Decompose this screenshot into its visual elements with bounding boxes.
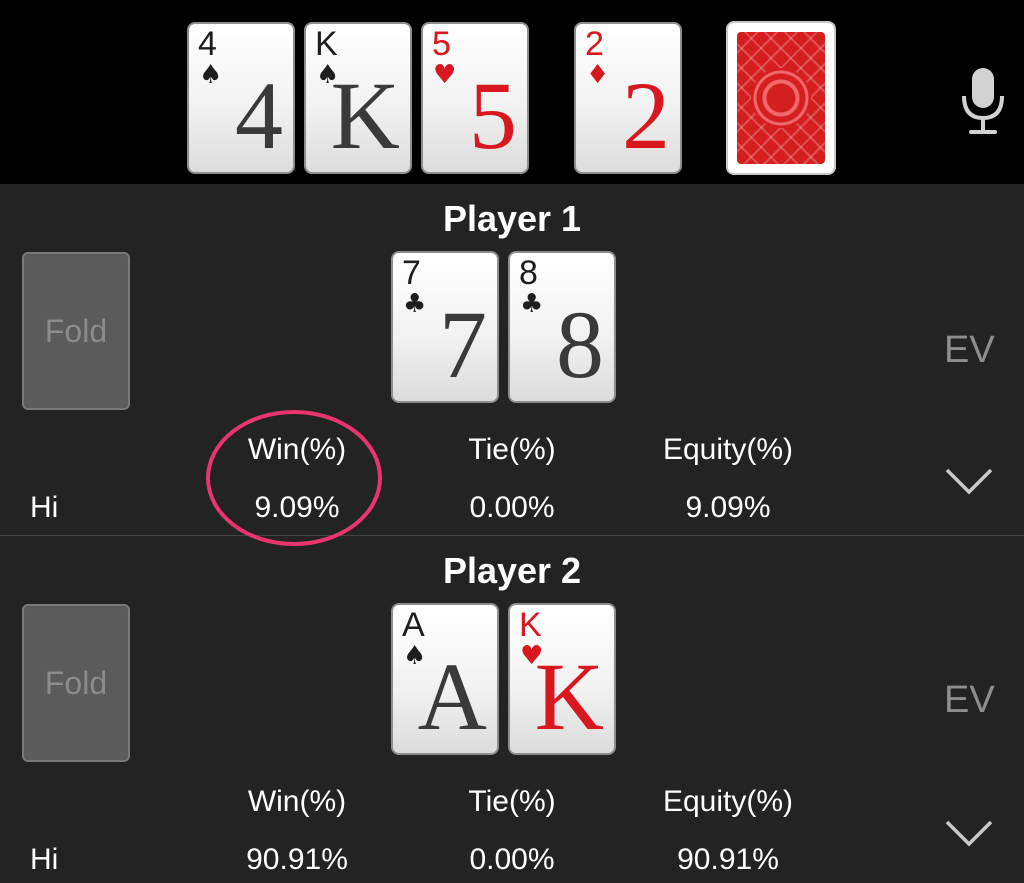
- card-corner-rank: 7: [402, 254, 421, 292]
- card-corner-rank: A: [402, 606, 425, 644]
- equity-value: 9.09%: [685, 491, 771, 524]
- ev-button[interactable]: EV: [944, 328, 995, 372]
- equity-header: Equity(%): [662, 433, 794, 466]
- board-bar: 4 ♠ 4 K ♠ K 5 ♥ 5 2 ♦ 2: [0, 0, 1024, 184]
- card-corner-rank: K: [315, 25, 338, 63]
- player-1-hole-card-1[interactable]: 7 ♣ 7: [391, 251, 499, 403]
- fold-button[interactable]: Fold: [22, 604, 130, 762]
- equity-header: Equity(%): [662, 785, 794, 818]
- board-card-2[interactable]: K ♠ K: [304, 22, 412, 174]
- card-big-rank: K: [534, 643, 604, 750]
- card-big-rank: 2: [622, 62, 670, 169]
- card-big-rank: 4: [235, 62, 283, 169]
- board-card-1[interactable]: 4 ♠ 4: [187, 22, 295, 174]
- player-1-hole-card-2[interactable]: 8 ♣ 8: [508, 251, 616, 403]
- player-2-hole-card-1[interactable]: A ♠ A: [391, 603, 499, 755]
- hi-row-label: Hi: [30, 491, 59, 524]
- heart-icon: ♥: [433, 60, 457, 90]
- chevron-down-icon[interactable]: [944, 466, 994, 496]
- board-card-back-slot[interactable]: [726, 21, 836, 175]
- card-big-rank: 8: [556, 291, 604, 398]
- win-header: Win(%): [247, 433, 347, 466]
- card-back-pattern: [737, 32, 825, 164]
- fold-button[interactable]: Fold: [22, 252, 130, 410]
- club-icon: ♣: [520, 289, 544, 319]
- player-2-hole-card-2[interactable]: K ♥ K: [508, 603, 616, 755]
- card-corner-rank: 8: [519, 254, 538, 292]
- player-2-panel: Player 2 Fold A ♠ A K ♥ K EV Win(%) Tie(…: [0, 536, 1024, 883]
- equity-calculator-screen: 4 ♠ 4 K ♠ K 5 ♥ 5 2 ♦ 2 Player 1 Fold 7 …: [0, 0, 1024, 883]
- tie-header: Tie(%): [468, 785, 556, 818]
- club-icon: ♣: [403, 289, 427, 319]
- board-card-3[interactable]: 5 ♥ 5: [421, 22, 529, 174]
- spade-icon: ♠: [199, 60, 223, 90]
- tie-header: Tie(%): [468, 433, 556, 466]
- ev-button[interactable]: EV: [944, 678, 995, 722]
- card-corner-rank: 4: [198, 25, 217, 63]
- card-big-rank: A: [417, 643, 487, 750]
- tie-value: 0.00%: [469, 491, 555, 524]
- player-title: Player 1: [442, 198, 582, 239]
- player-title: Player 2: [442, 550, 582, 591]
- card-big-rank: 5: [469, 62, 517, 169]
- card-corner-rank: 2: [585, 25, 604, 63]
- card-corner-rank: K: [519, 606, 542, 644]
- card-big-rank: K: [330, 62, 400, 169]
- player-1-panel: Player 1 Fold 7 ♣ 7 8 ♣ 8 EV Win(%) Tie(…: [0, 184, 1024, 534]
- hi-row-label: Hi: [30, 843, 59, 876]
- tie-value: 0.00%: [469, 843, 555, 876]
- board-card-4[interactable]: 2 ♦ 2: [574, 22, 682, 174]
- card-back-emblem-icon: [751, 68, 811, 128]
- card-corner-rank: 5: [432, 25, 451, 63]
- diamond-icon: ♦: [586, 60, 610, 90]
- win-value: 9.09%: [254, 491, 340, 524]
- microphone-icon[interactable]: [958, 66, 1008, 138]
- win-value: 90.91%: [246, 843, 348, 876]
- chevron-down-icon[interactable]: [944, 818, 994, 848]
- win-header: Win(%): [247, 785, 347, 818]
- equity-value: 90.91%: [677, 843, 779, 876]
- card-big-rank: 7: [439, 291, 487, 398]
